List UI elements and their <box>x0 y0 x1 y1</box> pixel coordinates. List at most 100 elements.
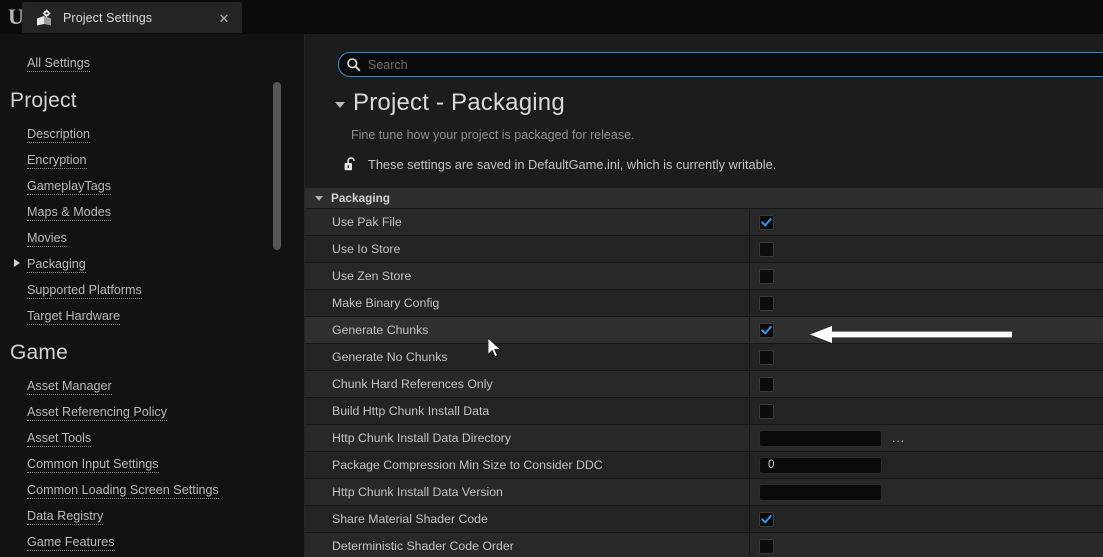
setting-value: ... <box>759 429 905 447</box>
settings-detail-panel: Project - Packaging Fine tune how your p… <box>305 34 1103 557</box>
tab-title: Project Settings <box>63 10 153 25</box>
build-http-chunk-install-data-checkbox[interactable] <box>759 403 774 419</box>
sidebar-item-packaging[interactable]: Packaging <box>27 257 86 273</box>
sidebar-item-movies[interactable]: Movies <box>27 231 67 247</box>
use-io-store-checkbox[interactable] <box>759 241 774 257</box>
sidebar-item-all-settings[interactable]: All Settings <box>27 56 90 72</box>
setting-value <box>759 538 774 554</box>
column-divider <box>749 236 750 262</box>
sidebar-item-encryption[interactable]: Encryption <box>27 153 87 169</box>
make-binary-config-checkbox[interactable] <box>759 295 774 311</box>
close-icon[interactable]: ✕ <box>216 10 232 26</box>
setting-value <box>759 483 882 501</box>
sidebar-item-game-features[interactable]: Game Features <box>27 535 115 551</box>
search-box[interactable] <box>338 52 1103 77</box>
setting-value <box>759 295 774 311</box>
sidebar-item-asset-referencing-policy[interactable]: Asset Referencing Policy <box>27 405 167 421</box>
page-title-row[interactable]: Project - Packaging <box>335 89 565 117</box>
sidebar-item-gameplaytags[interactable]: GameplayTags <box>27 179 111 195</box>
setting-label: Chunk Hard References Only <box>332 377 493 391</box>
column-divider <box>749 371 750 397</box>
sidebar-item-supported-platforms[interactable]: Supported Platforms <box>27 283 142 299</box>
setting-label: Use Io Store <box>332 242 401 256</box>
search-input[interactable] <box>368 57 1103 72</box>
table-row[interactable]: Generate Chunks <box>305 317 1103 344</box>
setting-label: Generate Chunks <box>332 323 429 337</box>
category-header-packaging[interactable]: Packaging <box>305 188 1103 209</box>
sidebar-item-maps-and-modes[interactable]: Maps & Modes <box>27 205 111 221</box>
column-divider <box>749 533 750 557</box>
setting-label: Use Pak File <box>332 215 402 229</box>
package-compression-min-size-input[interactable]: 0 <box>759 456 882 474</box>
column-divider <box>749 263 750 289</box>
browse-ellipsis-button[interactable]: ... <box>892 432 905 444</box>
column-divider <box>749 425 750 451</box>
http-chunk-install-data-directory-input[interactable] <box>759 429 882 447</box>
table-row[interactable]: Chunk Hard References Only <box>305 371 1103 398</box>
table-row[interactable]: Deterministic Shader Code Order <box>305 533 1103 557</box>
table-row[interactable]: Package Compression Min Size to Consider… <box>305 452 1103 479</box>
setting-value <box>759 214 774 230</box>
settings-sidebar: All Settings Project Description Encrypt… <box>0 34 305 557</box>
chevron-down-icon[interactable] <box>315 195 323 201</box>
settings-table: Packaging Use Pak File Use Io Store Use … <box>305 188 1103 557</box>
sidebar-scrollbar-track[interactable] <box>272 70 281 557</box>
table-row[interactable]: Http Chunk Install Data Version <box>305 479 1103 506</box>
project-settings-book-gear-icon <box>35 9 53 27</box>
ini-file-notice-text: These settings are saved in DefaultGame.… <box>368 157 777 172</box>
setting-label: Build Http Chunk Install Data <box>332 404 490 418</box>
column-divider <box>749 479 750 505</box>
chevron-right-icon <box>14 259 20 267</box>
table-row[interactable]: Make Binary Config <box>305 290 1103 317</box>
sidebar-item-target-hardware[interactable]: Target Hardware <box>27 309 121 325</box>
setting-label: Http Chunk Install Data Version <box>332 485 503 499</box>
sidebar-scrollbar-thumb[interactable] <box>273 82 281 250</box>
table-row[interactable]: Use Io Store <box>305 236 1103 263</box>
chevron-down-icon[interactable] <box>335 101 345 108</box>
input-value: 0 <box>768 459 775 471</box>
table-row[interactable]: Share Material Shader Code <box>305 506 1103 533</box>
table-row[interactable]: Use Pak File <box>305 209 1103 236</box>
table-row[interactable]: Use Zen Store <box>305 263 1103 290</box>
column-divider <box>749 506 750 532</box>
setting-label: Make Binary Config <box>332 296 440 310</box>
sidebar-item-asset-tools[interactable]: Asset Tools <box>27 431 92 447</box>
deterministic-shader-code-order-checkbox[interactable] <box>759 538 774 554</box>
sidebar-item-data-registry[interactable]: Data Registry <box>27 509 104 525</box>
sidebar-item-common-input-settings[interactable]: Common Input Settings <box>27 457 159 473</box>
setting-value: 0 <box>759 456 882 474</box>
share-material-shader-code-checkbox[interactable] <box>759 511 774 527</box>
generate-no-chunks-checkbox[interactable] <box>759 349 774 365</box>
page-subtitle: Fine tune how your project is packaged f… <box>351 128 635 142</box>
table-row[interactable]: Build Http Chunk Install Data <box>305 398 1103 425</box>
column-divider <box>749 398 750 424</box>
setting-value <box>759 241 774 257</box>
chunk-hard-references-only-checkbox[interactable] <box>759 376 774 392</box>
sidebar-heading-project: Project <box>10 89 77 112</box>
table-row[interactable]: Generate No Chunks <box>305 344 1103 371</box>
tab-project-settings[interactable]: Project Settings ✕ <box>22 2 242 33</box>
sidebar-item-asset-manager[interactable]: Asset Manager <box>27 379 112 395</box>
generate-chunks-checkbox[interactable] <box>759 322 774 338</box>
page-title: Project - Packaging <box>353 89 565 116</box>
setting-label: Package Compression Min Size to Consider… <box>332 458 603 472</box>
ini-file-notice: These settings are saved in DefaultGame.… <box>343 156 776 173</box>
http-chunk-install-data-version-input[interactable] <box>759 483 882 501</box>
use-pak-file-checkbox[interactable] <box>759 214 774 230</box>
setting-value <box>759 349 774 365</box>
column-divider <box>749 209 750 235</box>
table-row[interactable]: Http Chunk Install Data Directory ... <box>305 425 1103 452</box>
setting-value <box>759 376 774 392</box>
search-icon <box>346 57 361 72</box>
use-zen-store-checkbox[interactable] <box>759 268 774 284</box>
setting-label: Share Material Shader Code <box>332 512 488 526</box>
column-divider <box>749 344 750 370</box>
sidebar-item-description[interactable]: Description <box>27 127 90 143</box>
setting-label: Use Zen Store <box>332 269 412 283</box>
category-label: Packaging <box>331 191 391 205</box>
column-divider <box>749 290 750 316</box>
column-divider <box>749 452 750 478</box>
unlocked-padlock-icon[interactable] <box>343 156 359 173</box>
sidebar-item-common-loading-screen-settings[interactable]: Common Loading Screen Settings <box>27 483 219 499</box>
project-settings-window: U Project Settings ✕ All Settings Projec… <box>0 0 1103 557</box>
